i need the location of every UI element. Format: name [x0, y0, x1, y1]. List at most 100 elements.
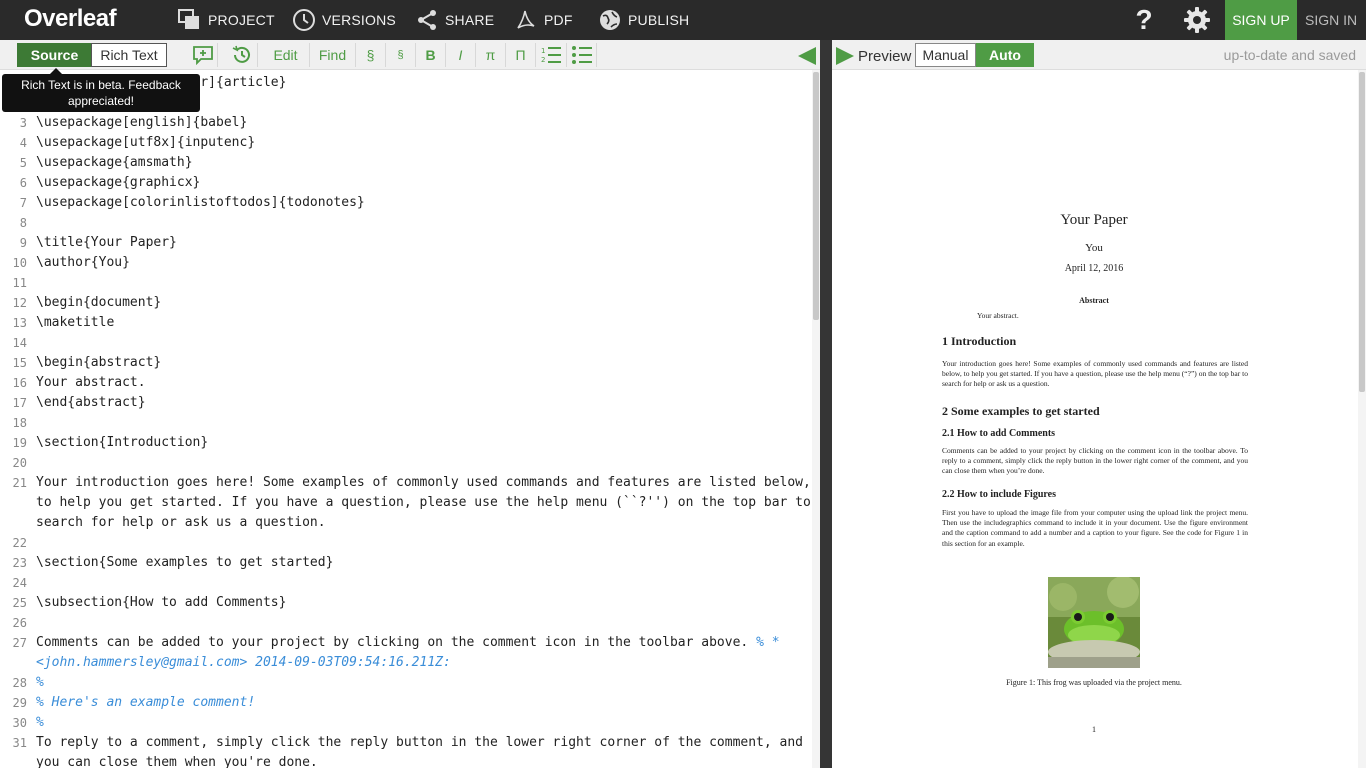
sign-up-button[interactable]: SIGN UP	[1225, 0, 1297, 40]
code-line[interactable]: 6 \usepackage{graphicx}	[0, 173, 812, 193]
line-number: 3	[19, 116, 27, 130]
preview-button[interactable]: Preview	[858, 48, 911, 65]
line-number: 20	[12, 456, 27, 470]
code-line[interactable]: <john.hammersley@gmail.com> 2014-09-03T0…	[0, 653, 812, 673]
code-line[interactable]: 16 Your abstract.	[0, 373, 812, 393]
code-line[interactable]: 21 Your introduction goes here! Some exam…	[0, 473, 812, 493]
code-line[interactable]: 8	[0, 213, 812, 233]
line-number: 13	[12, 316, 27, 330]
preview-scroll-thumb[interactable]	[1359, 72, 1365, 392]
pdf-subsection-comments: 2.1 How to add Comments	[942, 428, 1056, 439]
code-line[interactable]: you can close them when you're done.	[0, 753, 812, 768]
code-line[interactable]: 9 \title{Your Paper}	[0, 233, 812, 253]
preview-scrollbar[interactable]	[1358, 70, 1366, 768]
pdf-preview[interactable]: Your Paper You April 12, 2016 Abstract Y…	[832, 70, 1366, 768]
code-line[interactable]: 22	[0, 533, 812, 553]
rich-text-mode-button[interactable]: Rich Text	[91, 43, 167, 67]
code-line[interactable]: 17 \end{abstract}	[0, 393, 812, 413]
auto-compile-button[interactable]: Auto	[976, 43, 1034, 67]
display-math-button[interactable]: Π	[506, 43, 536, 67]
code-line[interactable]: 4 \usepackage[utf8x]{inputenc}	[0, 133, 812, 153]
code-text: \begin{document}	[36, 295, 162, 310]
code-text: Your introduction goes here! Some exampl…	[36, 475, 811, 490]
code-line[interactable]: 26	[0, 613, 812, 633]
settings-button[interactable]	[1182, 5, 1212, 40]
code-line[interactable]: 3 \usepackage[english]{babel}	[0, 113, 812, 133]
line-number: 11	[12, 276, 27, 290]
edit-menu-button[interactable]: Edit	[262, 43, 310, 67]
code-line[interactable]: 20	[0, 453, 812, 473]
project-icon	[178, 9, 199, 29]
overleaf-logo[interactable]: Overleaf	[24, 5, 117, 33]
code-line[interactable]: 31 To reply to a comment, simply click th…	[0, 733, 812, 753]
code-line[interactable]: 13 \maketitle	[0, 313, 812, 333]
sign-in-link[interactable]: SIGN IN	[1305, 0, 1357, 40]
collapse-pdf-arrow-icon[interactable]	[798, 47, 816, 65]
bullet-list-icon	[571, 46, 592, 64]
share-button[interactable]: SHARE	[415, 0, 494, 40]
pane-divider[interactable]	[820, 40, 832, 768]
pdf-figures-paragraph: First you have to upload the image file …	[942, 508, 1248, 548]
help-button[interactable]: ?	[1130, 0, 1158, 40]
editor-scrollbar[interactable]	[812, 70, 820, 768]
code-line[interactable]: 14	[0, 333, 812, 353]
line-number: 5	[19, 156, 27, 170]
line-number: 6	[19, 176, 27, 190]
pdf-page-number: 1	[1092, 725, 1096, 734]
subsection-button[interactable]: §	[386, 43, 416, 67]
code-line[interactable]: 25 \subsection{How to add Comments}	[0, 593, 812, 613]
top-bar: Overleaf PROJECT VERSIONS SHARE PDF PUBL…	[0, 0, 1366, 40]
code-line[interactable]: search for help or ask us a question.	[0, 513, 812, 533]
code-line[interactable]: 28%	[0, 673, 812, 693]
pdf-button[interactable]: PDF	[514, 0, 573, 40]
code-line[interactable]: 11	[0, 273, 812, 293]
manual-compile-button[interactable]: Manual	[915, 43, 976, 67]
code-text: %	[36, 675, 44, 690]
code-line[interactable]: 10 \author{You}	[0, 253, 812, 273]
code-line[interactable]: 29 % Here's an example comment!	[0, 693, 812, 713]
numbered-list-icon: 12	[541, 47, 561, 64]
code-text: \usepackage[utf8x]{inputenc}	[36, 135, 256, 150]
code-line[interactable]: 18	[0, 413, 812, 433]
italic-button[interactable]: I	[446, 43, 476, 67]
code-text: \begin{abstract}	[36, 355, 162, 370]
publish-button[interactable]: PUBLISH	[598, 0, 689, 40]
code-line[interactable]: 15 \begin{abstract}	[0, 353, 812, 373]
track-changes-button[interactable]	[226, 43, 258, 67]
code-line[interactable]: 12 \begin{document}	[0, 293, 812, 313]
add-comment-button[interactable]	[188, 43, 218, 67]
pdf-label: PDF	[544, 12, 573, 28]
line-number: 23	[12, 556, 27, 570]
code-line[interactable]: 7 \usepackage[colorinlistoftodos]{todonot…	[0, 193, 812, 213]
globe-icon	[600, 10, 620, 30]
line-number: 31	[12, 736, 27, 750]
code-line[interactable]: 30%	[0, 713, 812, 733]
editor-scroll-thumb[interactable]	[813, 72, 819, 320]
code-line[interactable]: 5 \usepackage{amsmath}	[0, 153, 812, 173]
bold-button[interactable]: B	[416, 43, 446, 67]
pdf-date: April 12, 2016	[1064, 263, 1124, 274]
bullet-list-button[interactable]	[567, 43, 597, 67]
code-text: \section{Some examples to get started}	[36, 555, 334, 570]
code-text: Your abstract.	[36, 375, 146, 390]
play-icon[interactable]	[836, 47, 854, 65]
code-line[interactable]: 23 \section{Some examples to get started}	[0, 553, 812, 573]
line-number: 30	[12, 716, 27, 730]
code-line[interactable]: to help you get started. If you have a q…	[0, 493, 812, 513]
code-line[interactable]: 24	[0, 573, 812, 593]
find-button[interactable]: Find	[310, 43, 356, 67]
code-line[interactable]: 27 Comments can be added to your project …	[0, 633, 812, 653]
versions-button[interactable]: VERSIONS	[292, 0, 396, 40]
code-text: % Here's an example comment!	[36, 695, 256, 710]
code-editor[interactable]: 1\documentclass[a4paper]{article}23\usep…	[0, 70, 812, 768]
numbered-list-button[interactable]: 12	[536, 43, 567, 67]
gear-icon	[1184, 7, 1210, 33]
code-line[interactable]: 19 \section{Introduction}	[0, 433, 812, 453]
line-number: 26	[12, 616, 27, 630]
section-button[interactable]: §	[356, 43, 386, 67]
line-number: 8	[19, 216, 27, 230]
project-menu-button[interactable]: PROJECT	[178, 0, 275, 40]
inline-math-button[interactable]: π	[476, 43, 506, 67]
source-mode-button[interactable]: Source	[17, 43, 92, 67]
pdf-figure-caption: Figure 1: This frog was uploaded via the…	[1006, 678, 1182, 687]
